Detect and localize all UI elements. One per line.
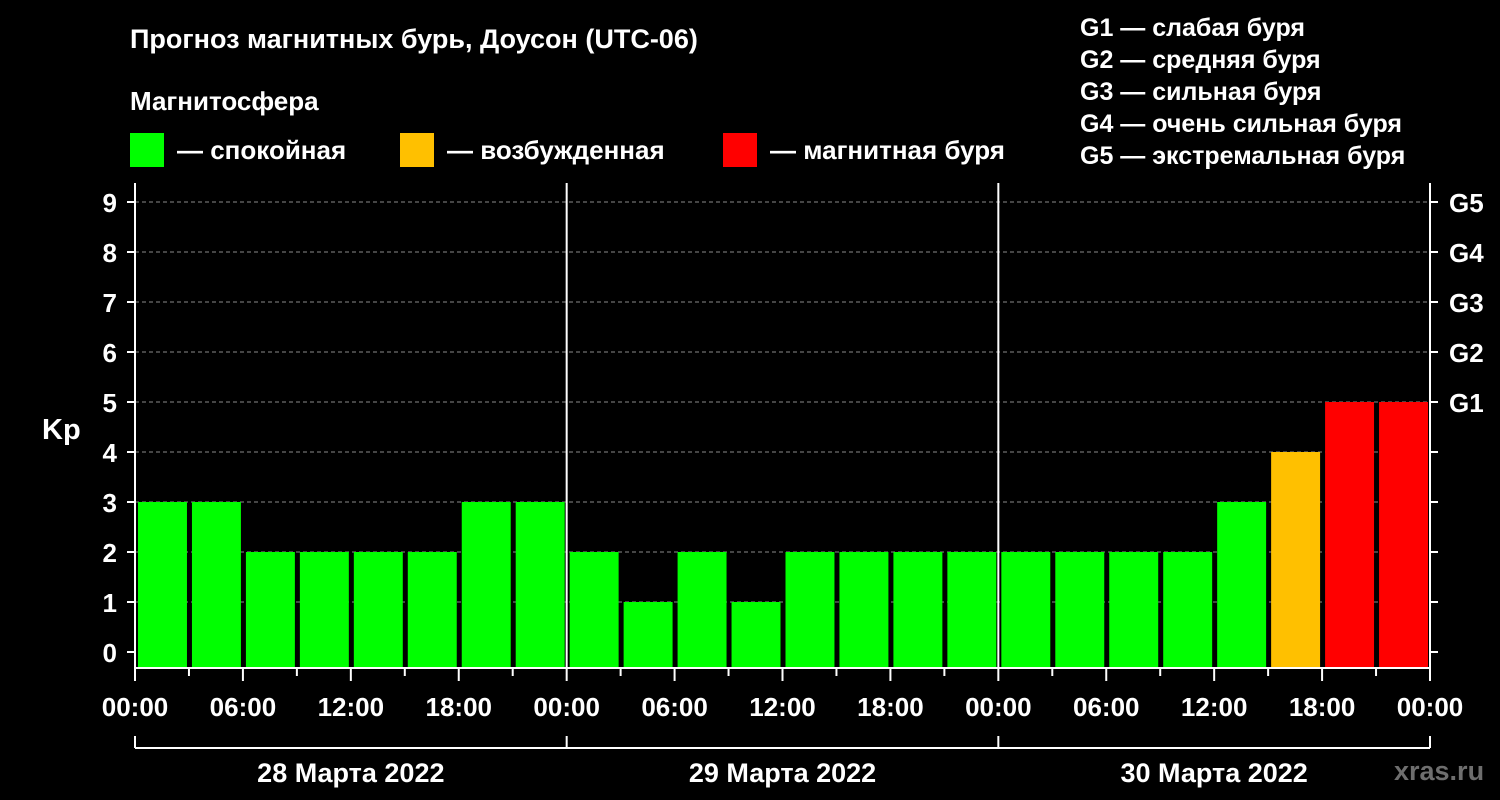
g-scale-label: G1 bbox=[1449, 388, 1484, 418]
kp-bar bbox=[1325, 402, 1375, 668]
y-tick-label: 7 bbox=[103, 288, 117, 318]
kp-bar bbox=[1271, 452, 1321, 668]
y-tick-label: 9 bbox=[103, 188, 117, 218]
x-tick-label: 18:00 bbox=[857, 692, 924, 722]
kp-bar bbox=[839, 552, 889, 668]
kp-bar bbox=[353, 552, 403, 668]
kp-bar bbox=[1109, 552, 1159, 668]
x-tick-label: 12:00 bbox=[318, 692, 385, 722]
kp-bar bbox=[947, 552, 997, 668]
kp-bar bbox=[1217, 502, 1267, 668]
kp-bar bbox=[407, 552, 457, 668]
kp-bar bbox=[138, 502, 187, 668]
kp-bar bbox=[893, 552, 943, 668]
x-tick-label: 00:00 bbox=[1397, 692, 1464, 722]
g-scale-label: G4 bbox=[1449, 238, 1484, 268]
day-label: 29 Марта 2022 bbox=[689, 758, 876, 788]
x-tick-label: 06:00 bbox=[641, 692, 708, 722]
kp-bar bbox=[623, 602, 673, 668]
x-tick-label: 06:00 bbox=[210, 692, 277, 722]
x-tick-label: 00:00 bbox=[533, 692, 600, 722]
y-tick-label: 6 bbox=[103, 338, 117, 368]
kp-bar-chart: 0 1 2 3 4 5 6 7 8 9 G1 G2 G3 G4 G5 00:00 06:00 12:00 18:00… bbox=[102, 183, 1484, 788]
y-tick-label: 5 bbox=[103, 388, 117, 418]
x-tick-label: 12:00 bbox=[749, 692, 816, 722]
y-tick-label: 3 bbox=[103, 488, 117, 518]
kp-bar bbox=[1163, 552, 1213, 668]
kp-bar bbox=[785, 552, 835, 668]
y-tick-label: 0 bbox=[103, 638, 117, 668]
forecast-chart-panel: Прогноз магнитных бурь, Доусон (UTC-06) … bbox=[0, 0, 1500, 800]
x-tick-label: 12:00 bbox=[1181, 692, 1248, 722]
g-scale-label: G2 bbox=[1449, 338, 1484, 368]
kp-bar bbox=[731, 602, 781, 668]
watermark: xras.ru bbox=[1394, 756, 1485, 786]
kp-bar bbox=[515, 502, 565, 668]
kp-bar bbox=[245, 552, 295, 668]
g-scale-label: G5 bbox=[1449, 188, 1484, 218]
x-tick-label: 06:00 bbox=[1073, 692, 1140, 722]
day-label: 28 Марта 2022 bbox=[257, 758, 444, 788]
y-tick-label: 4 bbox=[103, 438, 118, 468]
g-scale-label: G3 bbox=[1449, 288, 1484, 318]
kp-bar bbox=[1001, 552, 1051, 668]
y-tick-label: 1 bbox=[103, 588, 117, 618]
x-tick-label: 18:00 bbox=[426, 692, 493, 722]
kp-bar bbox=[461, 502, 511, 668]
kp-bar bbox=[1379, 402, 1428, 668]
x-tick-label: 00:00 bbox=[102, 692, 169, 722]
kp-bar bbox=[299, 552, 349, 668]
y-tick-label: 8 bbox=[103, 238, 117, 268]
kp-bar bbox=[677, 552, 727, 668]
kp-bar bbox=[191, 502, 241, 668]
kp-bar bbox=[1055, 552, 1105, 668]
day-label: 30 Марта 2022 bbox=[1121, 758, 1308, 788]
kp-bar bbox=[569, 552, 619, 668]
x-tick-label: 18:00 bbox=[1289, 692, 1356, 722]
y-tick-label: 2 bbox=[103, 538, 117, 568]
x-tick-label: 00:00 bbox=[965, 692, 1032, 722]
